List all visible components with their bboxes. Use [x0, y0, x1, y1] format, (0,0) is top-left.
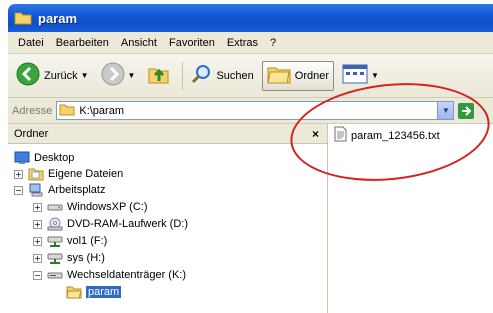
hard-drive-icon	[47, 200, 63, 214]
up-folder-button[interactable]	[143, 61, 175, 91]
tree-item-arbeitsplatz[interactable]: − Arbeitsplatz	[14, 182, 105, 198]
forward-button[interactable]: ▼	[97, 61, 140, 91]
address-value: K:\param	[79, 104, 124, 117]
search-button[interactable]: Suchen	[186, 61, 257, 91]
my-computer-icon	[28, 183, 44, 197]
menu-help[interactable]: ?	[264, 37, 282, 49]
back-arrow-icon	[16, 62, 40, 89]
file-name: param_123456.txt	[351, 129, 440, 142]
tree-item-label: param	[86, 286, 122, 298]
tree-item-label: Desktop	[34, 152, 75, 164]
back-label: Zurück	[44, 69, 78, 82]
menu-datei[interactable]: Datei	[12, 37, 50, 49]
expand-icon[interactable]: +	[14, 169, 23, 179]
go-arrow-icon	[462, 105, 472, 116]
tree-item-param[interactable]: param	[66, 284, 122, 300]
tree-item-sys-h[interactable]: + sys (H:)	[33, 250, 105, 266]
address-bar: Adresse K:\param ▼	[8, 98, 493, 124]
tree-item-desktop[interactable]: Desktop	[14, 150, 74, 166]
folders-pane-title: Ordner	[14, 127, 49, 140]
folder-open-icon	[66, 285, 82, 299]
text-file-icon	[334, 126, 347, 145]
back-button[interactable]: Zurück ▼	[12, 61, 93, 91]
menu-bar: Datei Bearbeiten Ansicht Favoriten Extra…	[8, 32, 493, 54]
tree-item-label: Wechseldatenträger (K:)	[67, 269, 187, 281]
folders-pane-header: Ordner ×	[8, 124, 327, 144]
toolbar-separator	[182, 61, 184, 90]
window-title: param	[38, 10, 78, 26]
folder-icon	[59, 103, 75, 119]
desktop-icon	[14, 151, 30, 165]
menu-favoriten[interactable]: Favoriten	[163, 37, 221, 49]
tree-item-label: Eigene Dateien	[48, 168, 124, 180]
address-label: Adresse	[12, 104, 53, 117]
search-label: Suchen	[216, 69, 254, 82]
search-icon	[190, 63, 212, 88]
collapse-icon[interactable]: −	[14, 185, 23, 195]
close-pane-button[interactable]: ×	[312, 127, 319, 141]
tree-item-wechseldatentraeger-k[interactable]: − Wechseldatenträger (K:)	[33, 267, 186, 283]
folder-icon	[14, 11, 32, 25]
tree-item-label: vol1 (F:)	[67, 235, 108, 247]
views-icon	[342, 64, 368, 87]
tree-item-eigene-dateien[interactable]: + Eigene Dateien	[14, 166, 123, 182]
tree-item-label: Arbeitsplatz	[48, 184, 106, 196]
folders-button[interactable]: Ordner	[261, 60, 335, 91]
expand-icon[interactable]: +	[33, 236, 42, 246]
my-documents-icon	[28, 167, 44, 181]
up-folder-icon	[147, 62, 171, 89]
address-field[interactable]: K:\param ▼	[56, 101, 455, 120]
address-dropdown-icon[interactable]: ▼	[437, 102, 454, 119]
tree-item-label: WindowsXP (C:)	[67, 201, 148, 213]
views-dropdown-icon[interactable]: ▼	[371, 71, 379, 80]
expand-icon[interactable]: +	[33, 219, 42, 229]
back-dropdown-icon[interactable]: ▼	[81, 71, 89, 80]
forward-dropdown-icon[interactable]: ▼	[128, 71, 136, 80]
menu-extras[interactable]: Extras	[221, 37, 264, 49]
tree-item-vol1-f[interactable]: + vol1 (F:)	[33, 233, 107, 249]
forward-arrow-icon	[101, 62, 125, 89]
folders-label: Ordner	[294, 69, 330, 82]
menu-bearbeiten[interactable]: Bearbeiten	[50, 37, 115, 49]
network-drive-icon	[47, 234, 63, 248]
network-drive-icon	[47, 251, 63, 265]
dvd-drive-icon	[47, 217, 63, 231]
title-bar[interactable]: param	[8, 4, 493, 32]
tree-item-windowsxp-c[interactable]: + WindowsXP (C:)	[33, 199, 147, 215]
tree-item-label: DVD-RAM-Laufwerk (D:)	[67, 218, 189, 230]
file-list-pane: param_123456.txt	[329, 124, 493, 313]
collapse-icon[interactable]: −	[33, 270, 42, 280]
go-button[interactable]	[458, 102, 475, 119]
menu-ansicht[interactable]: Ansicht	[115, 37, 163, 49]
folders-pane: Ordner × Desktop + Eigene Dateien − Arbe…	[8, 124, 328, 313]
views-button[interactable]: ▼	[338, 61, 383, 91]
expand-icon[interactable]: +	[33, 253, 42, 263]
tree-item-label: sys (H:)	[67, 252, 105, 264]
file-item-param-txt[interactable]: param_123456.txt	[334, 126, 440, 145]
folders-icon	[267, 63, 291, 88]
tree-item-dvd-ram-d[interactable]: + DVD-RAM-Laufwerk (D:)	[33, 216, 188, 232]
expand-icon[interactable]: +	[33, 202, 42, 212]
removable-drive-icon	[47, 268, 63, 282]
toolbar: Zurück ▼ ▼ Suchen Ordner ▼	[8, 54, 493, 98]
